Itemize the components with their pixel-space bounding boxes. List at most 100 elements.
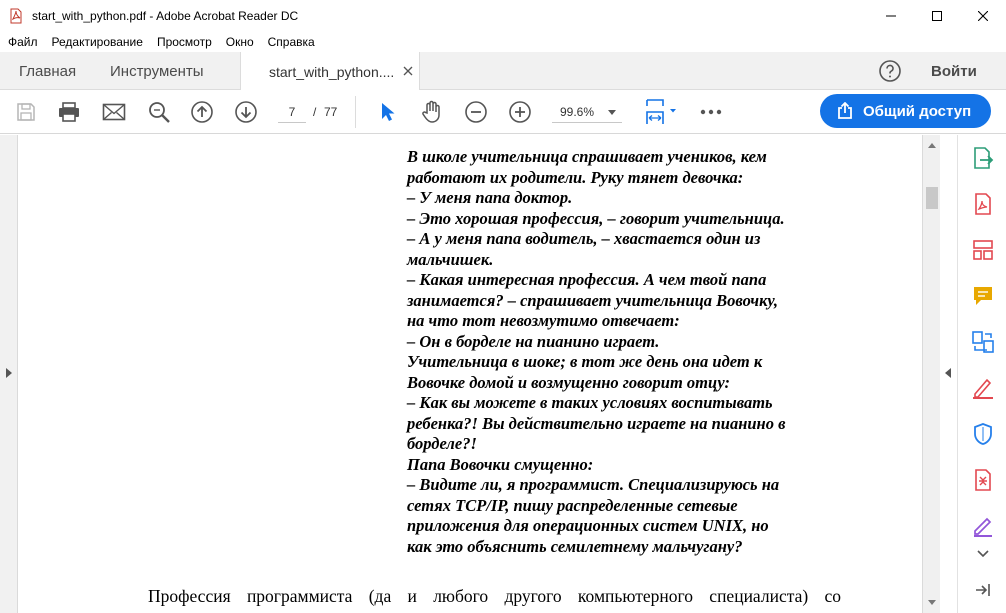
minimize-icon — [886, 15, 896, 16]
text-line: – Это хорошая профессия, – говорит учите… — [407, 208, 785, 228]
share-icon — [838, 102, 852, 119]
collapse-right-panel-icon — [945, 368, 951, 378]
collapse-tools-panel-button[interactable] — [970, 577, 996, 603]
export-pdf-icon — [974, 147, 994, 169]
page-up-icon — [191, 101, 213, 123]
page-fit-button[interactable] — [642, 98, 680, 126]
page-number-input[interactable]: 7 — [278, 101, 306, 123]
compress-pdf-button[interactable] — [970, 467, 996, 493]
export-pdf-button[interactable] — [970, 145, 996, 171]
text-line: – А у меня папа водитель, – хвастается о… — [407, 229, 761, 248]
chevron-down-icon — [608, 110, 616, 115]
zoom-in-icon — [509, 101, 531, 123]
comment-button[interactable] — [970, 283, 996, 309]
zoom-out-icon — [465, 101, 487, 123]
next-page-button[interactable] — [232, 98, 260, 126]
share-button[interactable]: Общий доступ — [820, 94, 991, 128]
body-paragraph: Профессия программиста (да и любого друг… — [148, 586, 841, 606]
sign-in-button[interactable]: Войти — [931, 52, 977, 90]
zoom-level-value: 99.6% — [560, 105, 595, 119]
save-button[interactable] — [12, 98, 40, 126]
text-line: на что тот невозмутимо отвечает: — [407, 311, 680, 330]
combine-files-button[interactable] — [970, 329, 996, 355]
hand-tool-icon — [422, 100, 440, 123]
menu-help[interactable]: Справка — [268, 35, 315, 49]
select-tool-button[interactable] — [374, 98, 402, 126]
text-line: – Видите ли, я программист. Специализиру… — [407, 475, 780, 494]
menu-edit[interactable]: Редактирование — [52, 35, 143, 49]
comment-icon — [974, 287, 992, 305]
edit-pdf-button[interactable] — [970, 513, 996, 539]
previous-page-button[interactable] — [188, 98, 216, 126]
page-down-icon — [235, 101, 257, 123]
toolbar-divider — [355, 96, 356, 128]
combine-files-icon — [972, 331, 994, 353]
text-line: борделе?! — [407, 434, 477, 453]
menu-bar: Файл Редактирование Просмотр Окно Справк… — [0, 31, 1006, 52]
zoom-out-button[interactable] — [462, 98, 490, 126]
text-line: как это объяснить семилетнему мальчугану… — [407, 536, 743, 556]
scrollbar-thumb[interactable] — [926, 187, 938, 209]
joke-text-block: В школе учительница спрашивает учеников,… — [407, 147, 847, 557]
title-bar: start_with_python.pdf - Adobe Acrobat Re… — [0, 0, 1006, 31]
right-panel-toggle[interactable] — [940, 135, 957, 613]
search-icon — [149, 102, 170, 123]
left-panel-toggle[interactable] — [0, 135, 18, 613]
menu-file[interactable]: Файл — [8, 35, 38, 49]
text-line: – Как вы можете в таких условиях воспиты… — [407, 393, 773, 412]
tools-panel — [957, 135, 1006, 613]
text-line: – Он в борделе на пианино играет. — [407, 331, 660, 351]
select-cursor-icon — [382, 103, 395, 121]
page-fit-icon — [646, 99, 676, 124]
text-line: мальчишек. — [407, 249, 494, 269]
scroll-up-icon[interactable] — [928, 143, 936, 148]
text-line: – Какая интересная профессия. А чем твой… — [407, 270, 767, 289]
toolbar: 7 / 77 99.6% Общий доступ — [0, 90, 1006, 134]
more-tools-expand-button[interactable] — [970, 541, 996, 567]
close-tab-button[interactable] — [401, 64, 415, 78]
print-button[interactable] — [55, 98, 83, 126]
close-window-button[interactable] — [960, 0, 1006, 31]
minimize-button[interactable] — [868, 0, 914, 31]
expand-left-panel-icon — [6, 368, 12, 378]
page-separator: / — [313, 105, 317, 119]
text-line: – У меня папа доктор. — [407, 188, 573, 207]
close-icon — [403, 66, 413, 76]
save-icon — [17, 103, 35, 121]
maximize-button[interactable] — [914, 0, 960, 31]
text-line: В школе учительница спрашивает учеников,… — [407, 147, 767, 166]
pdf-file-icon — [8, 8, 24, 24]
hand-tool-button[interactable] — [418, 98, 446, 126]
zoom-level-dropdown[interactable]: 99.6% — [552, 101, 622, 123]
create-pdf-button[interactable] — [970, 191, 996, 217]
tab-document[interactable]: start_with_python.... — [240, 52, 420, 91]
help-button[interactable] — [878, 59, 902, 83]
tab-bar: Главная Инструменты start_with_python...… — [0, 52, 1006, 91]
tab-tools[interactable]: Инструменты — [110, 52, 204, 90]
page-total: 77 — [324, 105, 338, 119]
tab-home[interactable]: Главная — [19, 52, 76, 90]
menu-view[interactable]: Просмотр — [157, 35, 212, 49]
collapse-panel-icon — [976, 584, 990, 596]
text-line: занимается? – спрашивает учительница Вов… — [407, 290, 779, 310]
text-line: работают их родители. Руку тянет девочка… — [407, 167, 744, 187]
text-line: приложения для операционных систем UNIX,… — [407, 516, 769, 535]
zoom-in-button[interactable] — [506, 98, 534, 126]
scroll-down-icon[interactable] — [928, 600, 936, 605]
search-button[interactable] — [145, 98, 173, 126]
menu-window[interactable]: Окно — [226, 35, 254, 49]
protect-button[interactable] — [970, 421, 996, 447]
vertical-scrollbar[interactable] — [922, 135, 940, 613]
email-button[interactable] — [100, 98, 128, 126]
document-view[interactable]: В школе учительница спрашивает учеников,… — [19, 135, 922, 613]
fill-sign-button[interactable] — [970, 375, 996, 401]
text-line: сетях TCP/IP, пишу распределенные сетевы… — [407, 495, 738, 515]
edit-pdf-icon — [974, 517, 992, 537]
email-icon — [102, 103, 126, 121]
text-line: Вовочке домой и возмущенно говорит отцу: — [407, 372, 730, 392]
more-tools-button[interactable] — [697, 98, 725, 126]
more-icon — [700, 109, 722, 115]
organize-pages-button[interactable] — [970, 237, 996, 263]
fill-sign-icon — [973, 378, 993, 399]
maximize-icon — [932, 10, 942, 21]
